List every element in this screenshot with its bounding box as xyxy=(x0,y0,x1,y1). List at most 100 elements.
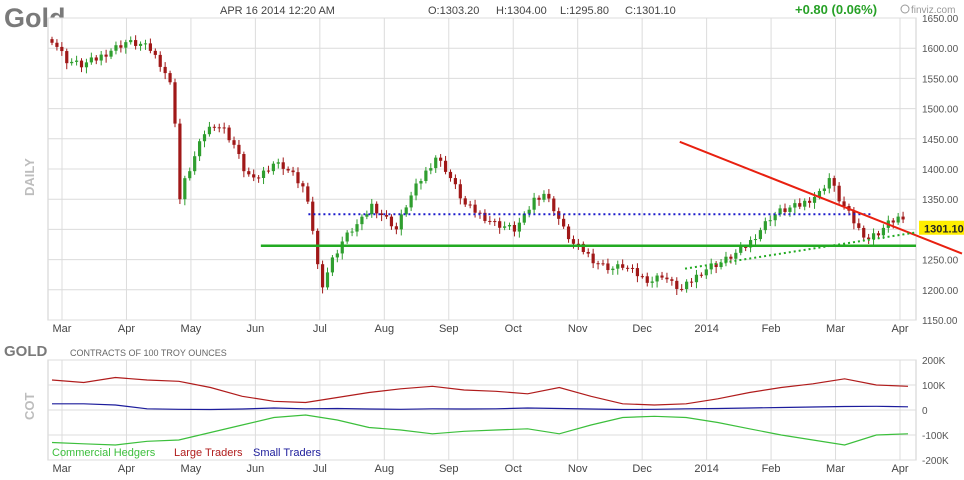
cot-subtitle: CONTRACTS OF 100 TROY OUNCES xyxy=(70,348,227,358)
candle-body xyxy=(566,226,571,240)
candle-body xyxy=(439,157,443,161)
candle-body xyxy=(694,274,699,283)
candle-body xyxy=(148,43,152,51)
candle-body xyxy=(744,246,748,248)
candle-body xyxy=(434,157,438,169)
candle-body xyxy=(798,203,802,207)
candle-body xyxy=(625,267,630,269)
candle-body xyxy=(124,42,128,48)
candle-body xyxy=(178,123,182,200)
candle-body xyxy=(463,198,467,205)
candle-body xyxy=(803,200,807,207)
candle-body xyxy=(84,62,89,68)
cot-x-tick-label: Nov xyxy=(568,463,588,475)
candle-body xyxy=(616,264,620,269)
candle-body xyxy=(134,40,138,46)
candle-body xyxy=(768,220,772,222)
candle-body xyxy=(458,184,462,199)
price-x-tick-label: Apr xyxy=(118,323,135,335)
candle-body xyxy=(409,195,413,208)
candle-body xyxy=(660,275,664,278)
candle-body xyxy=(832,178,836,186)
candle-body xyxy=(50,39,54,43)
price-y-tick-label: 1150.00 xyxy=(922,316,958,327)
candle-body xyxy=(601,263,605,265)
candle-body xyxy=(896,216,900,223)
candle-body xyxy=(237,144,241,155)
price-x-tick-label: May xyxy=(181,323,202,335)
candle-body xyxy=(79,60,84,68)
candle-body xyxy=(640,276,644,278)
candle-body xyxy=(596,263,600,265)
price-panel: 1150.001200.001250.001300.001350.001400.… xyxy=(22,14,964,335)
candle-body xyxy=(635,268,640,277)
candle-body xyxy=(753,239,758,241)
price-x-tick-label: Jun xyxy=(247,323,265,335)
candle-body xyxy=(389,216,394,227)
candle-body xyxy=(257,177,261,179)
candle-body xyxy=(183,178,187,200)
candle-body xyxy=(384,215,389,217)
candle-body xyxy=(375,203,379,214)
candle-body xyxy=(704,269,708,276)
candle-body xyxy=(261,170,266,178)
candle-body xyxy=(424,170,428,182)
candle-body xyxy=(104,54,108,57)
candle-body xyxy=(252,174,256,178)
candle-body xyxy=(197,141,202,157)
candle-body xyxy=(65,51,69,64)
candle-body xyxy=(119,45,123,48)
candle-body xyxy=(808,200,812,203)
candle-body xyxy=(227,127,231,141)
candle-body xyxy=(306,186,310,202)
candle-body xyxy=(360,216,364,225)
open-label: O:1303.20 xyxy=(428,5,479,17)
candle-body xyxy=(527,209,531,214)
cot-y-tick-label: 200K xyxy=(922,356,946,367)
high-label: H:1304.00 xyxy=(496,5,547,17)
candle-body xyxy=(109,50,113,57)
candle-body xyxy=(901,216,905,220)
candle-body xyxy=(739,246,743,253)
cot-x-tick-label: Jul xyxy=(313,463,327,475)
candle-body xyxy=(822,188,826,191)
price-y-axis: 1150.001200.001250.001300.001350.001400.… xyxy=(922,14,959,327)
candle-body xyxy=(532,197,536,210)
candle-body xyxy=(188,171,192,179)
price-y-tick-label: 1200.00 xyxy=(922,286,959,297)
candle-body xyxy=(842,201,846,207)
candle-body xyxy=(448,171,453,179)
candle-body xyxy=(143,43,148,45)
candle-body xyxy=(488,220,492,222)
cot-x-tick-label: Feb xyxy=(762,463,781,475)
low-label: L:1295.80 xyxy=(560,5,609,17)
cot-y-tick-label: 100K xyxy=(922,381,946,392)
price-x-tick-label: 2014 xyxy=(694,323,718,335)
candle-body xyxy=(193,156,197,172)
candle-body xyxy=(586,251,590,254)
candle-body xyxy=(325,272,330,288)
candle-body xyxy=(286,168,290,171)
candle-body xyxy=(630,267,635,269)
last-price-value: 1301.10 xyxy=(924,224,964,236)
candle-body xyxy=(517,222,521,232)
candle-body xyxy=(301,183,305,187)
candle-body xyxy=(734,252,738,259)
cot-side-label: COT xyxy=(22,393,37,421)
candle-body xyxy=(443,160,448,172)
candle-body xyxy=(571,239,576,244)
candle-body xyxy=(685,281,689,290)
globe-icon xyxy=(900,4,910,14)
candle-body xyxy=(163,66,167,74)
candle-body xyxy=(365,214,369,217)
price-y-tick-label: 1250.00 xyxy=(922,256,959,267)
candle-body xyxy=(266,170,271,172)
candle-body xyxy=(242,154,246,172)
candle-body xyxy=(340,241,344,254)
candle-body xyxy=(552,198,556,212)
candle-body xyxy=(542,193,546,200)
legend-small: Small Traders xyxy=(253,447,321,459)
candle-body xyxy=(812,196,817,203)
candle-body xyxy=(606,263,610,271)
price-y-tick-label: 1550.00 xyxy=(922,74,959,85)
